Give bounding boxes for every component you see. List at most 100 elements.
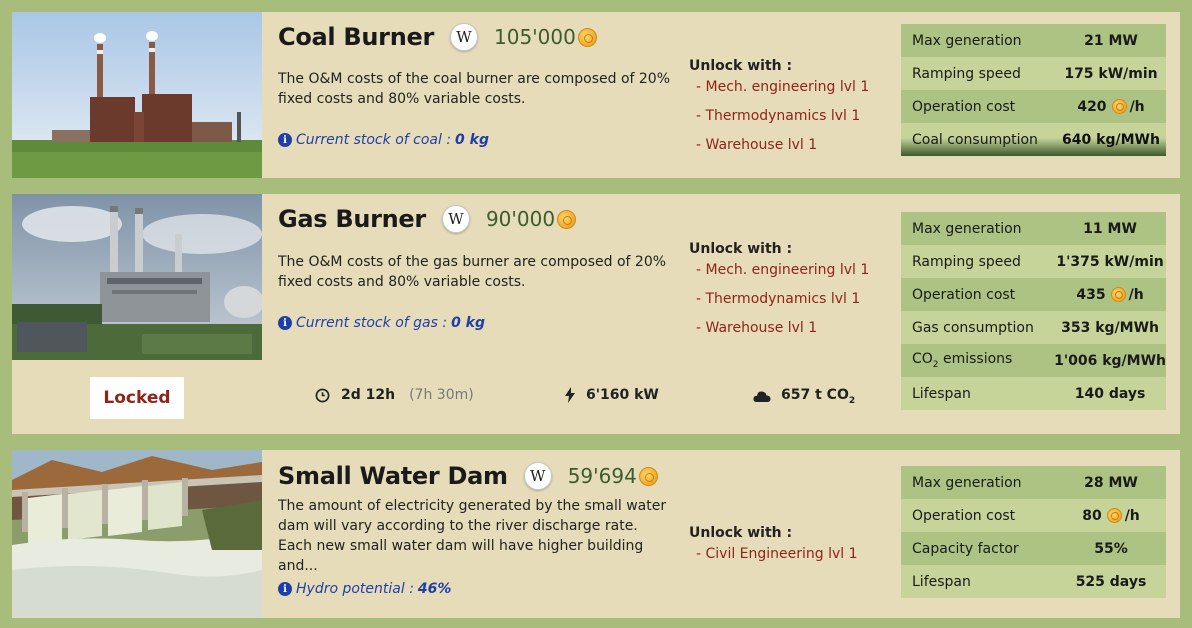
lightning-icon	[565, 387, 575, 403]
stat-value: 21 MW	[1056, 24, 1166, 57]
stat-row: Ramping speed 1'375 kW/min	[901, 245, 1166, 278]
facility-price: 90'000	[485, 207, 577, 231]
stat-value: 435 /h	[1054, 278, 1166, 311]
unlock-item: - Thermodynamics lvl 1	[696, 108, 861, 124]
stats-table: Max generation 21 MW Ramping speed 175 k…	[901, 24, 1166, 156]
card-header: Small Water Dam W 59'694	[278, 459, 658, 493]
facility-card-gas-burner: Gas Burner W 90'000 The O&M costs of the…	[12, 194, 1180, 434]
stat-label: Lifespan	[901, 377, 1055, 410]
stat-label: Capacity factor	[901, 532, 1056, 565]
unlock-item: - Mech. engineering lvl 1	[696, 262, 870, 278]
facility-price: 59'694	[568, 464, 658, 488]
info-icon: i	[278, 316, 292, 330]
hydro-potential-info: i Hydro potential : 46%	[278, 581, 451, 597]
facility-title: Gas Burner	[278, 205, 426, 233]
unlock-item: - Warehouse lvl 1	[696, 137, 818, 153]
build-time-value: 2d 12h	[341, 387, 396, 403]
stat-label: Max generation	[901, 212, 1055, 245]
operation-cost-value: 420	[1077, 98, 1107, 115]
unlock-item: - Civil Engineering lvl 1	[696, 546, 858, 562]
co2-label-pre: CO	[912, 351, 933, 368]
coin-icon	[638, 466, 658, 486]
stat-value: 420 /h	[1056, 90, 1166, 123]
stat-label: Ramping speed	[901, 245, 1055, 278]
coin-icon	[1111, 99, 1127, 114]
stat-value: 1'375 kW/min	[1054, 245, 1166, 278]
stat-value: 525 days	[1056, 565, 1166, 598]
coin-icon	[557, 209, 577, 229]
stock-info: i Current stock of coal : 0 kg	[278, 132, 489, 148]
stat-value: 353 kg/MWh	[1054, 311, 1166, 344]
stat-value: 28 MW	[1056, 466, 1166, 499]
coin-icon	[1110, 287, 1126, 302]
stat-label: Max generation	[901, 24, 1056, 57]
stat-label: Coal consumption	[901, 123, 1056, 156]
co2-value-text: 657 t CO	[781, 387, 849, 403]
unlock-item: - Thermodynamics lvl 1	[696, 291, 861, 307]
unlock-title: Unlock with :	[689, 58, 793, 74]
stat-row: Operation cost 435 /h	[901, 278, 1166, 311]
price-value: 105'000	[494, 25, 576, 49]
co2-value-sub: 2	[848, 395, 856, 406]
facility-title: Coal Burner	[278, 23, 434, 51]
unlock-item: - Warehouse lvl 1	[696, 320, 818, 336]
facility-card-coal-burner: Coal Burner W 105'000 The O&M costs of t…	[12, 12, 1180, 178]
facility-price: 105'000	[494, 25, 597, 49]
power-value: 6'160 kW	[586, 387, 659, 403]
operation-cost-value: 80	[1082, 507, 1102, 524]
unlock-item: - Mech. engineering lvl 1	[696, 79, 870, 95]
operation-cost-unit: /h	[1129, 98, 1145, 115]
stat-row: Gas consumption 353 kg/MWh	[901, 311, 1166, 344]
wiki-button[interactable]: W	[441, 205, 470, 233]
stat-row: Capacity factor 55%	[901, 532, 1166, 565]
stats-table: Max generation 11 MW Ramping speed 1'375…	[901, 212, 1166, 410]
clock-icon	[315, 388, 330, 402]
operation-cost-unit: /h	[1128, 286, 1144, 303]
stock-value: 0 kg	[451, 315, 486, 331]
stock-label: Current stock of gas :	[296, 315, 448, 331]
build-time: 2d 12h (7h 30m)	[315, 387, 474, 403]
unlock-title: Unlock with :	[689, 525, 793, 541]
wiki-button[interactable]: W	[450, 23, 478, 51]
stat-row: Max generation 28 MW	[901, 466, 1166, 499]
stat-value: 640 kg/MWh	[1056, 123, 1166, 156]
stat-label: Lifespan	[901, 565, 1056, 598]
stat-value: 55%	[1056, 532, 1166, 565]
info-icon: i	[278, 133, 292, 147]
stat-row: Operation cost 80 /h	[901, 499, 1166, 532]
stock-label: Hydro potential :	[296, 581, 414, 597]
stock-value: 46%	[417, 581, 452, 597]
co2-value: 657 t CO2	[781, 387, 855, 406]
facility-title: Small Water Dam	[278, 462, 508, 490]
stat-value: 80 /h	[1056, 499, 1166, 532]
co2-output: 657 t CO2	[753, 387, 855, 406]
wiki-button[interactable]: W	[523, 462, 552, 490]
card-header: Gas Burner W 90'000	[278, 202, 577, 236]
cloud-icon	[753, 391, 771, 402]
stat-label: Gas consumption	[901, 311, 1055, 344]
locked-button[interactable]: Locked	[90, 377, 184, 419]
stat-label: Operation cost	[901, 499, 1056, 532]
facility-description: The O&M costs of the coal burner are com…	[278, 71, 671, 107]
unlock-requirements: Unlock with : - Civil Engineering lvl 1	[689, 525, 858, 575]
stat-value: 11 MW	[1054, 212, 1166, 245]
stat-row: Lifespan 525 days	[901, 565, 1166, 598]
stat-label: Operation cost	[901, 90, 1056, 123]
facility-card-small-water-dam: Small Water Dam W 59'694 The amount of e…	[12, 450, 1180, 618]
coal-burner-image	[12, 12, 262, 178]
stat-label: Ramping speed	[901, 57, 1056, 90]
operation-cost-value: 435	[1076, 286, 1106, 303]
stat-row: Ramping speed 175 kW/min	[901, 57, 1166, 90]
price-value: 59'694	[567, 464, 637, 488]
stock-label: Current stock of coal :	[296, 132, 452, 148]
facility-description: The O&M costs of the gas burner are comp…	[278, 254, 667, 290]
build-time-extra: (7h 30m)	[409, 387, 474, 403]
stat-row: CO2 emissions 1'006 kg/MWh	[901, 344, 1166, 377]
power-output: 6'160 kW	[564, 387, 659, 403]
stat-row: Max generation 21 MW	[901, 24, 1166, 57]
price-value: 90'000	[485, 207, 556, 231]
stock-info: i Current stock of gas : 0 kg	[278, 315, 485, 331]
stock-value: 0 kg	[455, 132, 489, 148]
stats-table: Max generation 28 MW Operation cost 80 /…	[901, 466, 1166, 598]
gas-burner-image	[12, 194, 262, 360]
